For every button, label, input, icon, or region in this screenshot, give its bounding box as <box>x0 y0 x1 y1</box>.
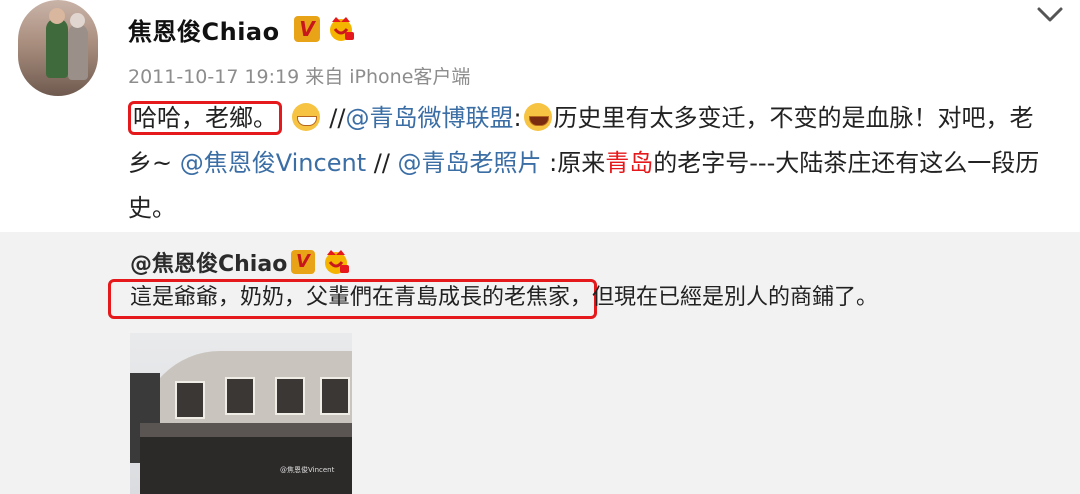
highlighted-text: 哈哈，老鄉。 <box>128 101 282 135</box>
mention-link[interactable]: @焦恩俊Vincent <box>180 149 366 177</box>
keyword-highlight[interactable]: 青岛 <box>605 149 653 177</box>
repost-text: 這是爺爺，奶奶，父輩們在青島成長的老焦家，但現在已經是別人的商鋪了。 <box>108 278 878 318</box>
mention-link[interactable]: @青岛微博联盟 <box>345 104 513 132</box>
photo-band <box>140 423 352 437</box>
repost-text-rest: 但現在已經是別人的商鋪了。 <box>592 285 879 310</box>
photo-window <box>225 377 255 415</box>
chevron-down-icon[interactable] <box>1036 4 1064 26</box>
avatar-figure-head <box>49 8 65 24</box>
post-meta: 2011-10-17 19:19 来自 iPhone客户端 <box>128 62 476 89</box>
avatar-figure-head <box>70 13 85 28</box>
vip-crown-icon <box>330 17 354 41</box>
post-text: :原来 <box>541 149 606 177</box>
photo-window <box>175 381 205 419</box>
repost-separator: // <box>366 149 398 177</box>
verified-v-icon: V <box>294 16 320 42</box>
post-text: : <box>513 104 522 132</box>
photo-window <box>275 377 305 415</box>
post-body: 哈哈，老鄉。 //@青岛微博联盟: 历史里有太多变迁，不变的是血脉！对吧，老乡~ … <box>128 96 1048 231</box>
post-timestamp[interactable]: 2011-10-17 19:19 <box>128 66 299 88</box>
grin-emoji-icon <box>291 103 320 131</box>
post-photo[interactable]: @焦恩俊Vincent <box>130 333 352 494</box>
photo-window <box>320 377 350 415</box>
post-source[interactable]: 来自 iPhone客户端 <box>305 66 470 88</box>
vip-crown-icon <box>325 250 349 274</box>
avatar-figure <box>68 24 88 80</box>
mention-link[interactable]: @青岛老照片 <box>398 149 542 177</box>
repost-highlighted-text: 這是爺爺，奶奶，父輩們在青島成長的老焦家， <box>130 285 593 310</box>
photo-watermark: @焦恩俊Vincent <box>280 466 335 474</box>
laugh-emoji-icon <box>523 103 552 131</box>
avatar[interactable] <box>18 0 98 96</box>
repost-separator: // <box>321 104 346 132</box>
avatar-figure <box>46 18 68 78</box>
repost-author-link[interactable]: @焦恩俊Chiao <box>130 246 287 278</box>
author-name[interactable]: 焦恩俊Chiao <box>128 12 280 47</box>
verified-v-icon: V <box>291 250 315 274</box>
